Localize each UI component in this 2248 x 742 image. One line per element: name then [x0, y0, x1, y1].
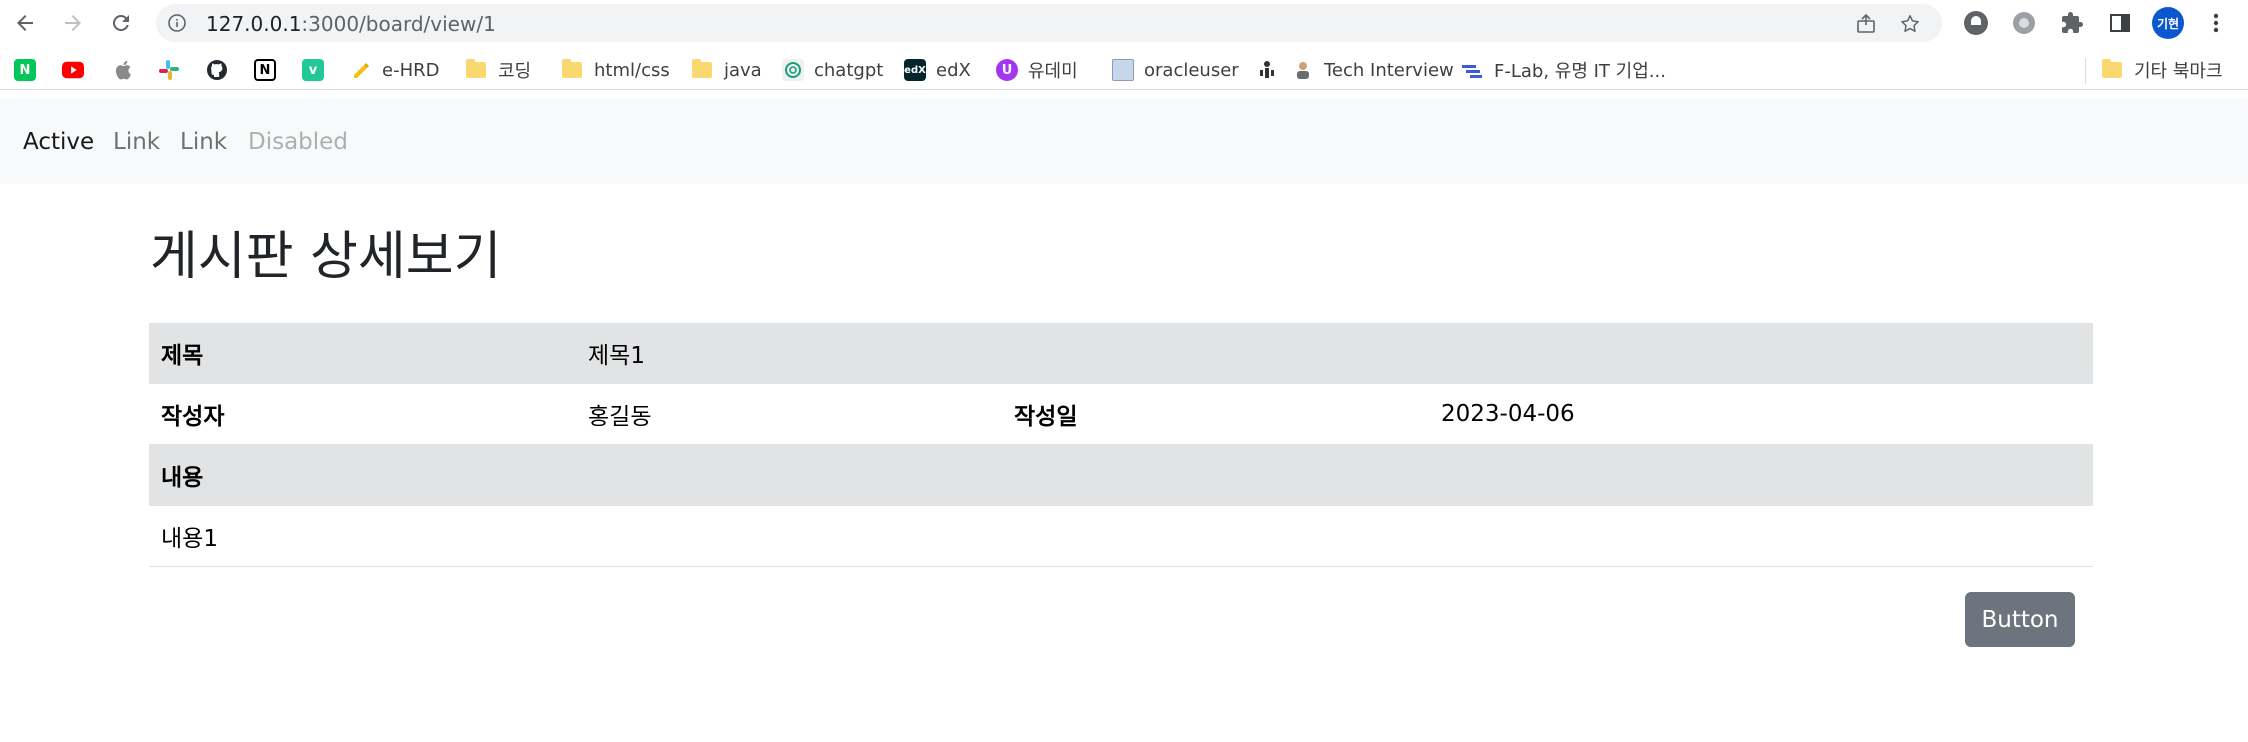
bookmarks-bar: N N v e-HRD 코딩 html/css java chatgpt edX…: [0, 50, 2248, 90]
nav-link-disabled: Disabled: [248, 129, 348, 155]
bookmark-label: oracleuser: [1144, 59, 1239, 81]
bookmark-folder-html-css[interactable]: html/css: [562, 56, 670, 84]
youtube-icon: [62, 59, 84, 81]
chatgpt-icon: [782, 59, 804, 81]
folder-icon: [562, 59, 582, 78]
reload-button[interactable]: [106, 8, 136, 38]
nav-link-active[interactable]: Active: [23, 129, 94, 155]
bookmark-label: Tech Interview: [1324, 59, 1454, 81]
url-host: 127.0.0.1: [206, 12, 302, 36]
info-icon[interactable]: [166, 12, 188, 34]
url-path: :3000/board/view/1: [301, 12, 496, 36]
folder-icon: [692, 59, 712, 78]
star-icon[interactable]: [1898, 12, 1922, 36]
folder-icon: [466, 59, 486, 78]
podcast-icon: [1256, 59, 1278, 81]
bookmarks-divider: [2085, 58, 2086, 84]
bookmark-label: html/css: [594, 59, 670, 81]
bookmark-label: e-HRD: [382, 59, 440, 81]
bookmark-tech-interview[interactable]: Tech Interview: [1292, 56, 1454, 84]
folder-icon: [2102, 59, 2122, 78]
forward-button[interactable]: [58, 8, 88, 38]
nav-link-1[interactable]: Link: [113, 129, 160, 155]
flab-icon: [1462, 59, 1484, 81]
browser-toolbar: 127.0.0.1:3000/board/view/1 기현: [0, 0, 2248, 46]
site-navbar: Active Link Link Disabled: [0, 99, 2248, 184]
bookmark-edx[interactable]: edX edX: [904, 56, 971, 84]
date-label: 작성일: [1014, 404, 1078, 430]
table-row-title: 제목 제목1: [149, 323, 2093, 384]
side-panel-icon[interactable]: [2106, 9, 2134, 37]
reload-icon: [112, 14, 129, 31]
bookmark-label: java: [724, 59, 762, 81]
bookmark-github[interactable]: [206, 56, 238, 84]
bookmark-chatgpt[interactable]: chatgpt: [782, 56, 883, 84]
arrow-left-icon: [17, 15, 33, 31]
page-icon: [1112, 59, 1134, 81]
content-value: 내용1: [161, 526, 218, 552]
bookmark-f-lab[interactable]: F-Lab, 유명 IT 기업...: [1462, 56, 1666, 84]
person-icon: [1292, 59, 1314, 81]
notion-icon: N: [254, 59, 276, 81]
bookmark-apple[interactable]: [112, 56, 144, 84]
bookmark-velog[interactable]: v: [302, 56, 334, 84]
bookmark-label: F-Lab, 유명 IT 기업...: [1494, 61, 1666, 82]
bookmark-slack[interactable]: [158, 56, 190, 84]
slack-icon: [158, 59, 180, 81]
address-bar[interactable]: 127.0.0.1:3000/board/view/1: [156, 4, 1942, 42]
profile-avatar[interactable]: 기현: [2152, 7, 2184, 39]
bookmark-e-hrd[interactable]: e-HRD: [350, 56, 439, 84]
board-detail-table: 제목 제목1 작성자 홍길동 작성일 2023-04-06 내용 내용1: [149, 323, 2093, 567]
share-icon[interactable]: [1854, 12, 1878, 36]
gear-extension-icon[interactable]: [2010, 9, 2038, 37]
bookmark-label: edX: [936, 59, 971, 81]
bookmark-label: 기타 북마크: [2134, 61, 2223, 82]
udemy-icon: U: [996, 59, 1018, 81]
bookmark-youtube[interactable]: [62, 56, 94, 84]
bookmark-label: chatgpt: [814, 59, 884, 81]
bookmark-oracleuser[interactable]: oracleuser: [1112, 56, 1239, 84]
author-label: 작성자: [161, 404, 225, 430]
table-row-author: 작성자 홍길동 작성일 2023-04-06: [149, 384, 2093, 445]
bookmark-folder-other[interactable]: 기타 북마크: [2102, 56, 2223, 84]
title-label: 제목: [161, 343, 204, 369]
bookmark-folder-coding[interactable]: 코딩: [466, 56, 531, 84]
extension-circle-icon[interactable]: [1962, 9, 1990, 37]
bookmark-folder-java[interactable]: java: [692, 56, 762, 84]
naver-icon: N: [14, 59, 36, 81]
author-value: 홍길동: [588, 404, 652, 430]
page-title: 게시판 상세보기: [150, 227, 502, 287]
pencil-icon: [350, 59, 372, 81]
bookmark-naver[interactable]: N: [14, 56, 46, 84]
nav-link-2[interactable]: Link: [180, 129, 227, 155]
url-text[interactable]: 127.0.0.1:3000/board/view/1: [206, 12, 496, 36]
action-button[interactable]: Button: [1965, 592, 2075, 647]
bookmark-podcast[interactable]: [1256, 56, 1288, 84]
velog-icon: v: [302, 59, 324, 81]
arrow-right-icon: [65, 15, 81, 31]
apple-icon: [112, 59, 134, 81]
bookmark-label: 코딩: [498, 61, 532, 82]
github-icon: [206, 59, 228, 81]
title-value: 제목1: [588, 343, 645, 369]
kebab-menu-icon[interactable]: [2202, 9, 2230, 37]
date-value: 2023-04-06: [1441, 401, 1575, 427]
back-button[interactable]: [10, 8, 40, 38]
bookmark-notion[interactable]: N: [254, 56, 286, 84]
bookmark-label: 유데미: [1028, 61, 1078, 82]
table-row-content: 내용1: [149, 506, 2093, 567]
edx-icon: edX: [904, 59, 926, 81]
bookmark-udemy[interactable]: U 유데미: [996, 56, 1078, 84]
table-row-content-header: 내용: [149, 445, 2093, 506]
puzzle-icon[interactable]: [2058, 9, 2086, 37]
content-label: 내용: [161, 465, 204, 491]
